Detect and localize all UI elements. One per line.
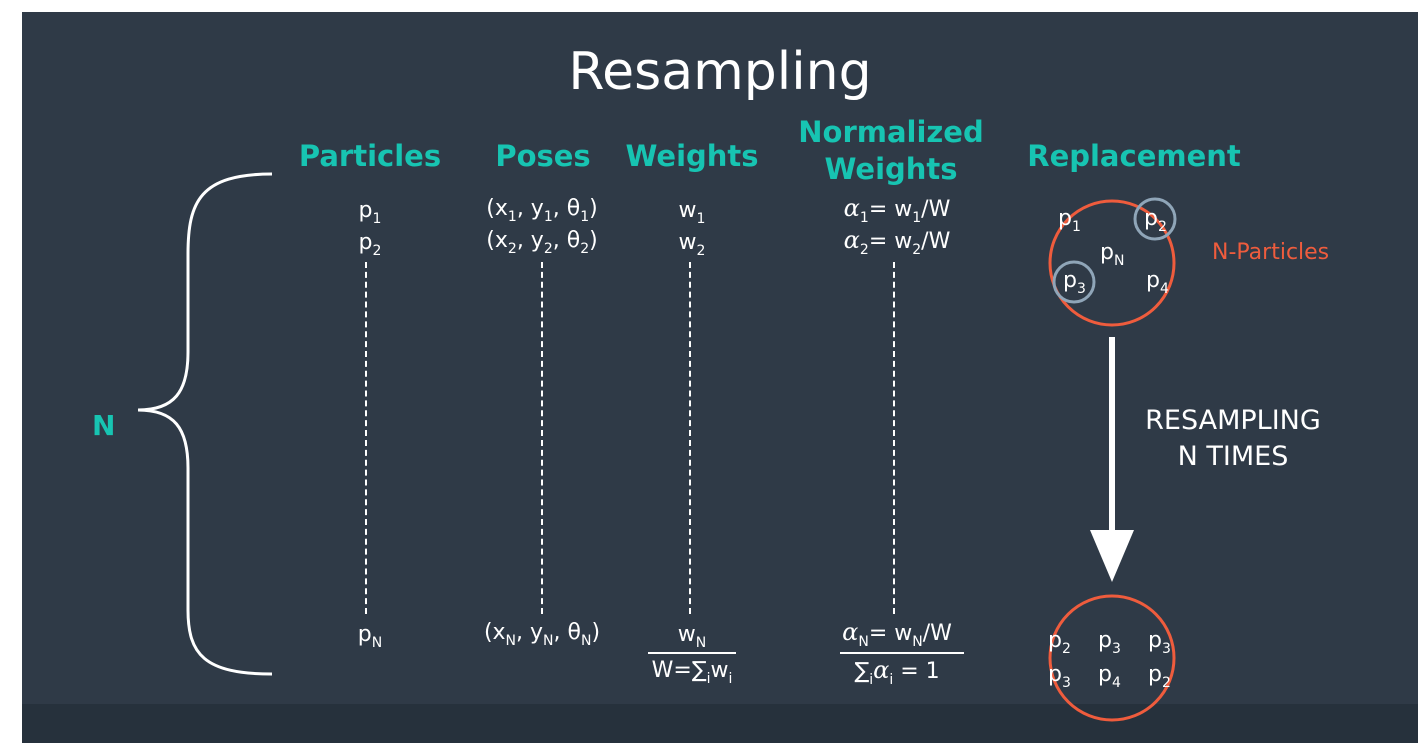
- resampling-label-line2: N TIMES: [1177, 441, 1289, 472]
- particles-continuation-dashes: [365, 262, 367, 614]
- header-weights: Weights: [625, 139, 759, 173]
- slide: Resampling Particles Poses Weights Norma…: [22, 12, 1418, 743]
- brace-label-n: N: [92, 409, 116, 442]
- weights-continuation-dashes: [689, 262, 691, 614]
- resampled-particle: p3: [1148, 628, 1171, 657]
- slide-title: Resampling: [568, 42, 872, 102]
- header-normalized-line2: Weights: [824, 152, 958, 186]
- normalized-sum-rule: [840, 652, 964, 654]
- particle-first: p1: [358, 198, 382, 227]
- replacement-particle-circled: p3: [1063, 268, 1086, 297]
- normalized-continuation-dashes: [893, 262, 895, 614]
- weight-first: w1: [678, 198, 706, 227]
- particle-last: pN: [357, 622, 383, 651]
- normalized-sum: ∑iαi = 1: [854, 656, 940, 688]
- header-normalized-line1: Normalized: [798, 115, 984, 149]
- replacement-particle: pN: [1100, 240, 1125, 269]
- bottom-particle-set-circle: [1048, 594, 1176, 722]
- header-replacement: Replacement: [1027, 139, 1241, 173]
- replacement-particle: p1: [1058, 206, 1081, 235]
- resampling-arrow-head: [1090, 530, 1134, 582]
- resampling-label-line1: RESAMPLING: [1145, 405, 1321, 436]
- replacement-particle: p4: [1146, 268, 1169, 297]
- weights-sum-rule: [648, 652, 736, 654]
- normalized-weight-first: α1= w1/W: [843, 194, 951, 226]
- resampled-particle: p3: [1048, 662, 1071, 691]
- poses-continuation-dashes: [541, 262, 543, 614]
- resampled-particle: p2: [1048, 628, 1071, 657]
- weight-second: w2: [678, 230, 706, 259]
- resampled-particle: p3: [1098, 628, 1121, 657]
- curly-brace: [137, 172, 273, 676]
- weight-last: wN: [677, 622, 707, 651]
- n-particles-label: N-Particles: [1212, 240, 1330, 265]
- resampled-particle: p4: [1098, 662, 1121, 691]
- normalized-weight-second: α2= w2/W: [843, 226, 951, 258]
- header-particles: Particles: [298, 139, 442, 173]
- pose-second: (x2, y2, θ2): [486, 228, 598, 257]
- weights-sum: W=∑iwi: [651, 658, 733, 687]
- replacement-particle-circled: p2: [1144, 206, 1167, 235]
- header-poses: Poses: [495, 139, 591, 173]
- pose-first: (x1, y1, θ1): [486, 196, 598, 225]
- particle-second: p2: [358, 230, 382, 259]
- pose-last: (xN, yN, θN): [483, 620, 601, 649]
- normalized-weight-last: αN= wN/W: [842, 618, 952, 650]
- resampled-particle: p2: [1148, 662, 1171, 691]
